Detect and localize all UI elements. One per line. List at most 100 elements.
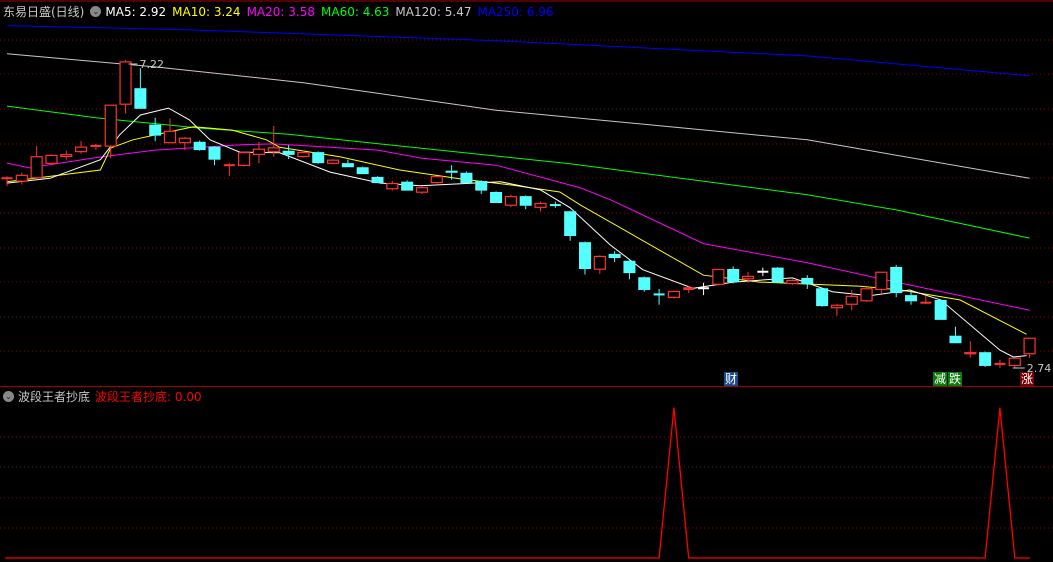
candle-body xyxy=(638,277,651,290)
moving-average-lines xyxy=(6,25,1030,358)
candle xyxy=(504,194,517,208)
indicator-name[interactable]: 波段王者抄底 xyxy=(18,388,90,405)
candle xyxy=(90,143,102,151)
candle-body xyxy=(45,154,58,164)
candle xyxy=(994,359,1006,368)
candle xyxy=(45,154,58,166)
marker-zhang[interactable]: 涨 xyxy=(1020,372,1035,386)
candle-body xyxy=(712,268,725,285)
candle-body xyxy=(816,288,829,307)
stock-name: 东易日盛(日线) xyxy=(3,5,85,19)
candle xyxy=(282,145,295,159)
candle-body xyxy=(267,147,280,153)
candle-body xyxy=(741,275,755,280)
candle-body xyxy=(163,130,177,144)
candle xyxy=(875,271,888,294)
candle xyxy=(326,159,340,165)
candle xyxy=(223,163,235,177)
candle-body xyxy=(238,152,251,166)
candle-body xyxy=(282,150,295,155)
candle xyxy=(608,251,621,263)
candle xyxy=(816,287,829,307)
candle xyxy=(771,266,784,283)
candle-body xyxy=(430,176,443,184)
candle-body xyxy=(445,170,458,173)
candle xyxy=(830,304,844,316)
candle xyxy=(15,172,28,185)
candle-body xyxy=(519,196,532,206)
candle-body xyxy=(905,295,918,302)
candle-body xyxy=(90,144,102,147)
candle-body xyxy=(104,104,117,147)
candle-body xyxy=(683,287,695,290)
candle-body xyxy=(667,290,681,298)
candle-body xyxy=(727,269,740,283)
candle-body xyxy=(15,174,28,182)
candle-body xyxy=(30,156,43,179)
candle xyxy=(490,191,503,203)
candle xyxy=(534,201,547,212)
candle-body xyxy=(208,146,221,160)
candle xyxy=(727,266,740,284)
candle-body xyxy=(934,299,947,320)
candle-body xyxy=(386,182,399,190)
chevron-down-icon[interactable]: ⌄ xyxy=(90,6,102,17)
candle xyxy=(890,264,903,298)
candle xyxy=(905,291,918,305)
candle-body xyxy=(860,288,873,302)
candle-body xyxy=(890,266,903,294)
candle-body xyxy=(1,177,13,180)
candle-body xyxy=(401,181,414,191)
candle xyxy=(1023,337,1036,358)
candle xyxy=(964,341,977,358)
candle xyxy=(74,141,88,154)
indicator-peak xyxy=(673,407,675,409)
candle-body xyxy=(949,335,962,344)
candle-body xyxy=(460,172,473,184)
marker-die[interactable]: 跌 xyxy=(948,372,963,386)
ma250-label: MA250: 6.96 xyxy=(477,4,554,19)
candlesticks xyxy=(1,60,1036,368)
candle xyxy=(860,287,873,302)
candle xyxy=(920,295,932,305)
candle-body xyxy=(786,279,799,285)
marker-cai[interactable]: 财 xyxy=(724,372,739,386)
candle xyxy=(653,288,665,305)
chevron-down-icon[interactable]: ⌄ xyxy=(3,391,14,402)
candle-body xyxy=(593,255,606,270)
candle xyxy=(104,104,117,159)
candle-body xyxy=(490,192,503,203)
candle-body xyxy=(193,141,206,151)
price-annotations: 7.222.74 xyxy=(128,58,1051,375)
candle xyxy=(60,150,73,160)
candle-body xyxy=(371,176,384,184)
candle-body xyxy=(252,148,266,155)
candle-body xyxy=(119,61,132,105)
candle xyxy=(623,260,636,280)
candle-body xyxy=(341,163,354,168)
candle xyxy=(252,141,266,164)
marker-jian[interactable]: 减 xyxy=(933,372,948,386)
candle xyxy=(401,180,414,191)
candle xyxy=(564,210,577,241)
candle xyxy=(371,176,384,184)
candle-body xyxy=(994,362,1006,365)
candle-body xyxy=(564,211,577,236)
high-price-label: 7.22 xyxy=(140,58,165,71)
ma5-label: MA5: 2.92 xyxy=(105,4,167,19)
candle-body xyxy=(534,202,547,208)
candle-body xyxy=(178,137,191,144)
candle xyxy=(698,282,710,296)
candle-body xyxy=(60,154,73,158)
kline-chart[interactable]: 7.222.74 xyxy=(0,0,1053,562)
candle-body xyxy=(979,352,992,366)
candle xyxy=(415,186,429,195)
candle xyxy=(30,145,43,179)
indicator-peak xyxy=(999,407,1001,409)
candle-body xyxy=(415,187,429,193)
candle-body xyxy=(1023,337,1036,355)
candle-body xyxy=(830,304,844,309)
candle-body xyxy=(297,152,310,158)
candle-body xyxy=(74,146,88,153)
candle-body xyxy=(134,88,147,109)
